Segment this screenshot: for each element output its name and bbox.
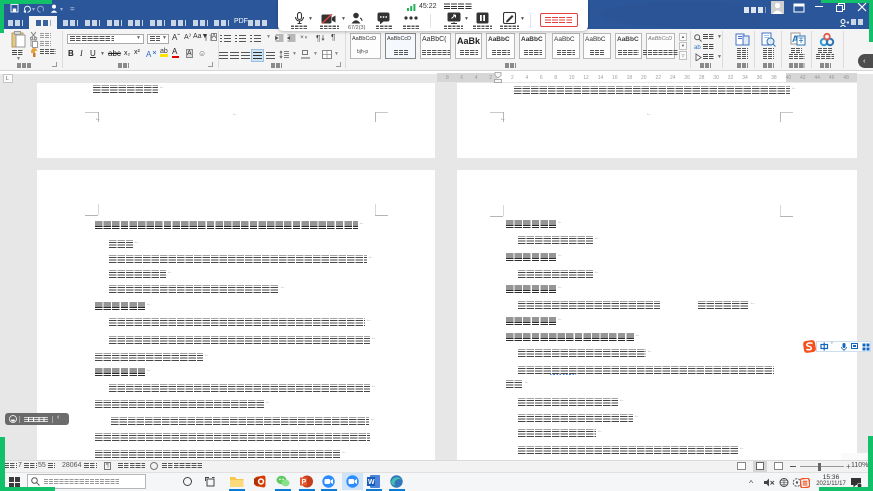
svg-text:A: A	[146, 50, 152, 59]
svg-text:▾: ▾	[60, 7, 63, 13]
svg-text:▾: ▾	[32, 7, 35, 13]
svg-text:P: P	[302, 479, 307, 486]
svg-text:ab: ab	[694, 45, 701, 50]
svg-text:¶: ¶	[204, 36, 207, 42]
svg-text:W: W	[368, 479, 375, 486]
svg-text:=: =	[70, 5, 75, 14]
svg-text:¶: ¶	[316, 34, 320, 42]
